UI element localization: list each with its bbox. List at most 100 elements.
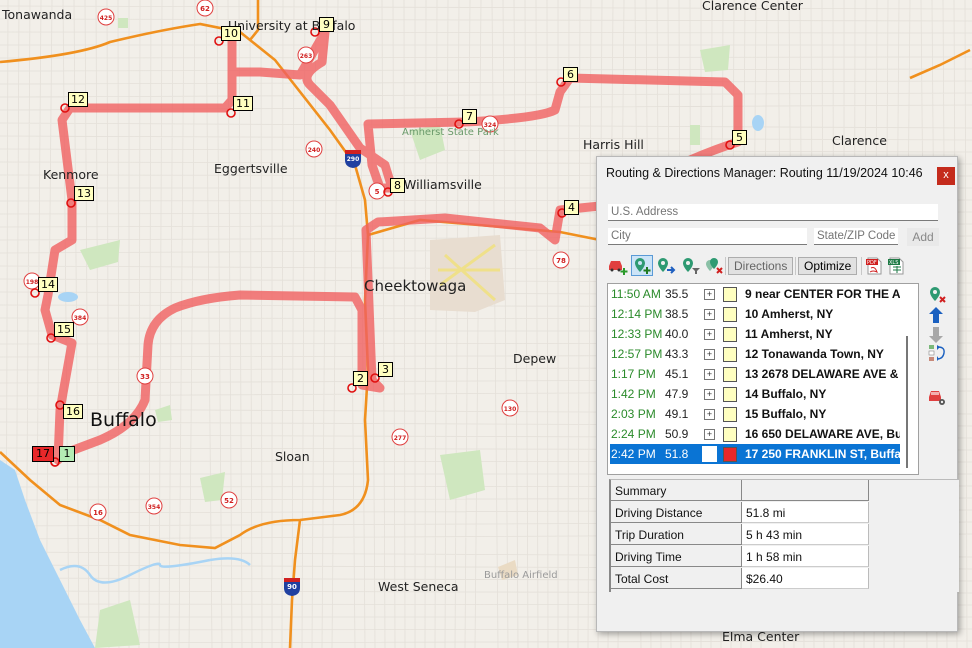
move-down-icon[interactable]: [927, 325, 947, 345]
stop-label-13[interactable]: 13: [74, 186, 94, 201]
expand-toggle-icon[interactable]: +: [704, 429, 715, 440]
stops-list[interactable]: 11:50 AM35.5+9 near CENTER FOR THE ARTS1…: [607, 283, 919, 475]
place-label: Amherst State Park: [402, 127, 499, 138]
stop-label-16[interactable]: 16: [63, 404, 83, 419]
route-shield-number: 16: [93, 509, 103, 517]
stop-row[interactable]: 2:03 PM 49.1 +15 Buffalo, NY: [610, 404, 900, 424]
filter-stops-icon[interactable]: [680, 256, 702, 276]
stop-distance: 38.5: [665, 307, 689, 321]
stop-name: 11 Amherst, NY: [745, 327, 833, 341]
toolbar-separator: [725, 257, 726, 275]
expand-toggle-icon[interactable]: +: [704, 309, 715, 320]
close-button[interactable]: x: [937, 167, 955, 185]
route-shield-number: 425: [100, 15, 113, 22]
stop-color-swatch[interactable]: [723, 407, 737, 422]
list-scrollbar[interactable]: [906, 336, 908, 468]
stop-name: 9 near CENTER FOR THE ARTS: [745, 287, 900, 301]
stop-row[interactable]: 1:42 PM 47.9 +14 Buffalo, NY: [610, 384, 900, 404]
stop-time: 2:24 PM: [611, 427, 656, 441]
stop-color-swatch[interactable]: [723, 287, 737, 302]
stop-row[interactable]: 11:50 AM 35.5 +9 near CENTER FOR THE ARTS: [610, 284, 900, 304]
stop-color-swatch[interactable]: [723, 367, 737, 382]
summary-table: Summary Driving Distance 51.8 mi Trip Dura…: [609, 479, 959, 592]
stop-label-10[interactable]: 10: [221, 26, 241, 41]
add-button[interactable]: Add: [907, 228, 939, 246]
stop-distance: 50.9: [665, 427, 689, 441]
expand-toggle-icon[interactable]: +: [704, 329, 715, 340]
stop-label-9[interactable]: 9: [319, 17, 334, 32]
dialog-title: Routing & Directions Manager: Routing 11…: [606, 166, 923, 180]
city-input[interactable]: [608, 228, 807, 245]
expand-toggle-icon[interactable]: +: [704, 369, 715, 380]
expand-toggle-icon[interactable]: +: [704, 349, 715, 360]
stop-name: 12 Tonawanda Town, NY: [745, 347, 884, 361]
expand-placeholder: [702, 446, 717, 462]
stop-row[interactable]: 12:33 PM 40.0 +11 Amherst, NY: [610, 324, 900, 344]
summary-header: Summary: [611, 480, 742, 501]
stop-row[interactable]: 2:24 PM 50.9 +16 650 DELAWARE AVE, Buffalo: [610, 424, 900, 444]
xls-export-icon[interactable]: XLS: [887, 256, 905, 276]
stop-name: 15 Buffalo, NY: [745, 407, 827, 421]
stop-time: 11:50 AM: [611, 287, 661, 301]
place-label: Sloan: [275, 449, 310, 464]
place-label: Depew: [513, 351, 557, 366]
expand-toggle-icon[interactable]: +: [704, 289, 715, 300]
state-zip-input[interactable]: [814, 228, 898, 245]
stop-row[interactable]: 12:14 PM 38.5 +10 Amherst, NY: [610, 304, 900, 324]
reverse-order-icon[interactable]: [927, 343, 947, 363]
stop-color-swatch[interactable]: [723, 427, 737, 442]
stop-label-6[interactable]: 6: [563, 67, 578, 82]
stop-label-11[interactable]: 11: [233, 96, 253, 111]
vehicle-settings-icon[interactable]: [927, 387, 947, 407]
address-input[interactable]: [608, 204, 938, 221]
place-label: Buffalo: [90, 409, 157, 431]
stop-row[interactable]: 2:42 PM 51.8 17 250 FRANKLIN ST, Buffalo: [610, 444, 900, 464]
route-shield: 425: [97, 8, 115, 26]
place-label: Buffalo Airfield: [484, 570, 558, 581]
stop-row[interactable]: 1:17 PM 45.1 +13 2678 DELAWARE AVE & I: [610, 364, 900, 384]
delete-all-stops-icon[interactable]: [703, 256, 725, 276]
stop-label-12[interactable]: 12: [68, 92, 88, 107]
stop-label-1[interactable]: 1: [59, 446, 75, 462]
stop-distance: 35.5: [665, 287, 689, 301]
stop-label-17[interactable]: 17: [32, 446, 54, 462]
stop-color-swatch[interactable]: [723, 347, 737, 362]
stop-time: 12:33 PM: [611, 327, 663, 341]
stop-label-15[interactable]: 15: [54, 322, 74, 337]
remove-stop-icon[interactable]: [927, 286, 947, 306]
stop-name: 13 2678 DELAWARE AVE & I: [745, 367, 900, 381]
stop-label-8[interactable]: 8: [390, 178, 405, 193]
stop-distance: 47.9: [665, 387, 689, 401]
directions-button[interactable]: Directions: [728, 257, 794, 275]
stop-color-swatch[interactable]: [723, 447, 737, 462]
stop-label-14[interactable]: 14: [38, 277, 58, 292]
route-shield: 52: [220, 491, 238, 509]
optimize-button[interactable]: Optimize: [798, 257, 858, 275]
stop-label-3[interactable]: 3: [378, 362, 393, 377]
summary-label: Driving Distance: [611, 502, 742, 523]
move-up-icon[interactable]: [927, 305, 947, 325]
stop-name: 16 650 DELAWARE AVE, Buffalo: [745, 427, 900, 441]
add-stop-button[interactable]: [631, 255, 653, 276]
place-label: Clarence Center: [702, 0, 803, 13]
svg-text:XLS: XLS: [889, 260, 898, 266]
stop-name: 17 250 FRANKLIN ST, Buffalo: [745, 447, 900, 461]
route-shield-number: 263: [300, 53, 313, 60]
expand-toggle-icon[interactable]: +: [704, 409, 715, 420]
stop-label-4[interactable]: 4: [564, 200, 579, 215]
stop-color-swatch[interactable]: [723, 327, 737, 342]
add-vehicle-icon[interactable]: [607, 256, 629, 276]
stop-color-swatch[interactable]: [723, 387, 737, 402]
route-to-icon[interactable]: [655, 256, 677, 276]
stop-label-5[interactable]: 5: [732, 130, 747, 145]
expand-toggle-icon[interactable]: +: [704, 389, 715, 400]
place-label: Tonawanda: [2, 7, 73, 22]
stop-label-7[interactable]: 7: [462, 109, 477, 124]
stop-distance: 43.3: [665, 347, 689, 361]
stop-time: 2:03 PM: [611, 407, 656, 421]
stop-color-swatch[interactable]: [723, 307, 737, 322]
toolbar-separator: [795, 257, 796, 275]
pdf-export-icon[interactable]: PDF: [865, 256, 883, 276]
stop-row[interactable]: 12:57 PM 43.3 +12 Tonawanda Town, NY: [610, 344, 900, 364]
stop-label-2[interactable]: 2: [353, 371, 368, 386]
